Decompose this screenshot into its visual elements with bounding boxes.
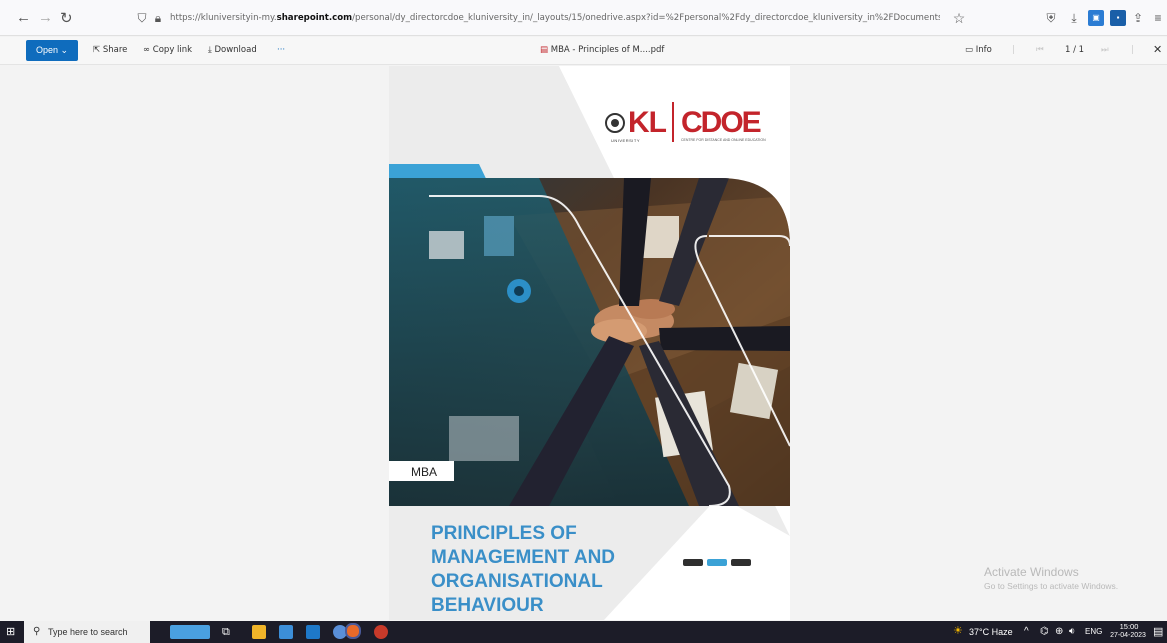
toolbar-divider-2: | (1131, 45, 1134, 55)
logo-kl-text: KL (628, 106, 667, 139)
title-line-1: PRINCIPLES OF (431, 523, 577, 544)
notification-icon[interactable]: ▤ (1153, 625, 1163, 638)
globe-icon[interactable]: ⊕ (1055, 626, 1063, 637)
pdf-page: KL UNIVERSITY CDOE CENTRE FOR DISTANCE A… (389, 66, 790, 620)
open-button[interactable]: Open ⌄ (26, 40, 78, 61)
download-button[interactable]: ⤓ Download (208, 45, 257, 55)
logo-university-text: UNIVERSITY (611, 138, 641, 143)
search-highlight-icon[interactable] (170, 625, 210, 639)
activate-windows-subtitle: Go to Settings to activate Windows. (984, 581, 1119, 591)
search-icon: ⚲ (33, 626, 41, 637)
cover-photo (389, 178, 790, 506)
slide-indicator-3 (731, 559, 751, 566)
file-title: ▤ MBA - Principles of M....pdf (540, 45, 664, 55)
file-name: MBA - Principles of M....pdf (550, 45, 665, 55)
file-explorer-icon[interactable] (252, 625, 266, 639)
app-icon[interactable] (374, 625, 388, 639)
cover-title: PRINCIPLES OF MANAGEMENT AND ORGANISATIO… (431, 522, 615, 618)
search-placeholder: Type here to search (48, 627, 128, 637)
close-icon[interactable]: ✕ (1153, 43, 1162, 56)
network-icon[interactable]: ⌬ (1040, 626, 1049, 637)
pocket-icon[interactable]: ⛨ (1043, 10, 1059, 26)
copy-link-label: Copy link (152, 45, 193, 55)
link-icon: ∞ (143, 45, 151, 55)
back-arrow-icon[interactable]: ← (16, 9, 31, 26)
copy-link-button[interactable]: ∞ Copy link (143, 45, 192, 55)
show-hidden-icons-chevron[interactable]: ^ (1024, 626, 1029, 637)
info-button[interactable]: ▭ Info (965, 45, 992, 55)
tracking-shield-icon[interactable]: ⛉ (134, 10, 150, 26)
url-domain: sharepoint.com (276, 13, 353, 23)
mail-icon[interactable] (306, 625, 320, 639)
logo-tagline-text: CENTRE FOR DISTANCE AND ONLINE EDUCATION (681, 138, 766, 142)
volume-icon[interactable]: 🔉︎ (1069, 626, 1075, 637)
logo-cdoe-text: CDOE (681, 106, 762, 139)
download-icon: ⤓ (208, 45, 212, 55)
share-icon: ⇱ (93, 45, 101, 55)
lock-icon[interactable]: 🔒︎ (150, 10, 166, 26)
url-prefix: https://kluniversityin-my. (170, 13, 277, 23)
clock-time[interactable]: 15:00 (1112, 622, 1146, 631)
slide-indicator-2 (707, 559, 727, 566)
weather-text[interactable]: 37°C Haze (969, 627, 1013, 637)
next-page-icon[interactable]: ⏭ (1101, 45, 1109, 55)
forward-arrow-icon[interactable]: → (38, 9, 53, 26)
clock-date[interactable]: 27-04-2023 (1106, 632, 1150, 639)
windows-taskbar: ⊞ ⚲ Type here to search ⧉ ☀ 37°C Haze ^ … (0, 621, 1167, 643)
viewer-toolbar: Open ⌄ ⇱ Share ∞ Copy link ⤓ Download ··… (0, 37, 1167, 65)
download-label: Download (214, 45, 257, 55)
pdf-file-icon: ▤ (540, 45, 549, 55)
title-line-2: MANAGEMENT AND (431, 547, 616, 568)
title-line-3: ORGANISATIONAL (431, 571, 603, 592)
language-indicator[interactable]: ENG (1085, 627, 1102, 636)
title-line-4: BEHAVIOUR (431, 595, 544, 616)
more-options-button[interactable]: ··· (277, 45, 285, 55)
info-label: Info (975, 45, 992, 55)
extension-icon-2[interactable]: ▪ (1110, 10, 1126, 26)
url-path: /personal/dy_directorcdoe_kluniversity_i… (352, 13, 940, 23)
activate-windows-title: Activate Windows (984, 565, 1079, 579)
program-tag: MBA (411, 465, 438, 479)
menu-icon[interactable]: ≡ (1150, 10, 1166, 26)
bookmark-star-icon[interactable]: ☆ (951, 10, 967, 26)
firefox-icon[interactable] (345, 623, 361, 639)
previous-page-icon[interactable]: ⏮ (1036, 45, 1044, 55)
downloads-icon[interactable]: ⤓ (1066, 10, 1082, 26)
page-indicator: 1 / 1 (1065, 45, 1085, 55)
store-icon[interactable] (279, 625, 293, 639)
slide-indicator-1 (683, 559, 703, 566)
info-panel-icon: ▭ (965, 45, 974, 55)
reload-icon[interactable]: ↻ (60, 9, 73, 27)
taskbar-search-input[interactable]: ⚲ Type here to search (24, 621, 150, 643)
toolbar-divider: | (1012, 45, 1015, 55)
task-view-icon[interactable]: ⧉ (222, 625, 236, 639)
share-page-icon[interactable]: ⇪ (1130, 10, 1146, 26)
weather-icon: ☀ (953, 625, 963, 637)
extension-icon[interactable]: ▣ (1088, 10, 1104, 26)
open-button-label: Open (35, 45, 58, 55)
address-bar[interactable]: https://kluniversityin-my.sharepoint.com… (170, 7, 940, 29)
share-button[interactable]: ⇱ Share (93, 45, 127, 55)
browser-toolbar: ← → ↻ ⛉ 🔒︎ https://kluniversityin-my.sha… (0, 0, 1167, 36)
windows-start-icon[interactable]: ⊞ (6, 626, 18, 638)
share-label: Share (102, 45, 128, 55)
chevron-down-icon: ⌄ (60, 45, 69, 55)
